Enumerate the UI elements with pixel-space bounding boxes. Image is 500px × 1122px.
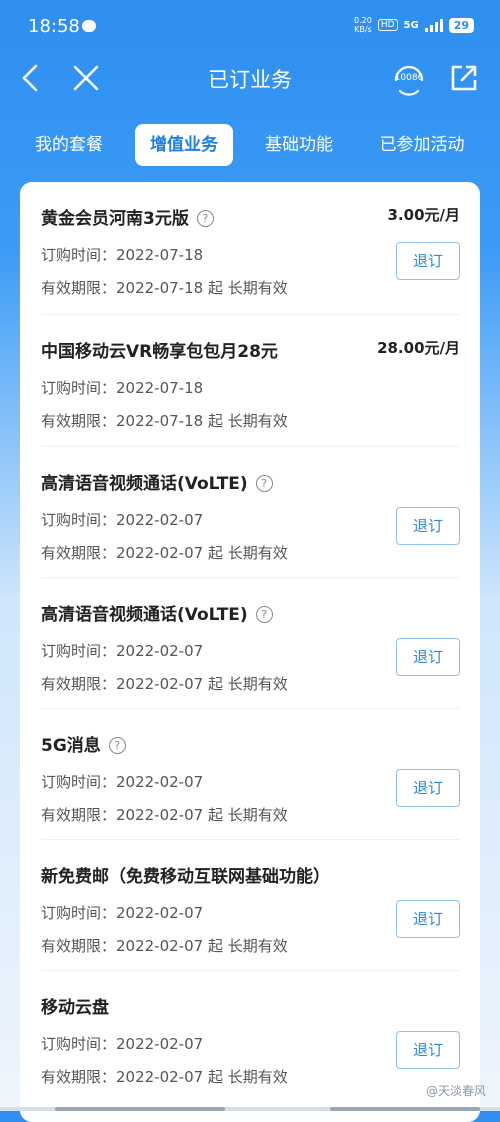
valid-period: 有效期限：2022-07-18 起 长期有效 — [41, 279, 288, 297]
unsubscribe-button[interactable]: 退订 — [396, 242, 460, 280]
net-speed: 0.20 KB/s — [354, 16, 372, 34]
status-indicators: 0.20 KB/s HD 5G 29 — [354, 16, 474, 34]
order-time: 订购时间：2022-02-07 — [41, 642, 204, 660]
order-time: 订购时间：2022-02-07 — [41, 1035, 204, 1053]
service-number[interactable]: 10086 — [392, 73, 426, 83]
unsubscribe-button[interactable]: 退订 — [396, 638, 460, 676]
status-bar: 18:58 0.20 KB/s HD 5G 29 — [0, 0, 500, 52]
hd-badge: HD — [377, 19, 398, 31]
valid-period: 有效期限：2022-02-07 起 长期有效 — [41, 544, 288, 562]
network-type: 5G — [403, 19, 419, 31]
valid-period: 有效期限：2022-02-07 起 长期有效 — [41, 1068, 288, 1086]
service-name: 新免费邮（免费移动互联网基础功能） — [41, 867, 330, 887]
service-name: 高清语音视频通话(VoLTE)? — [41, 469, 273, 494]
help-icon[interactable]: ? — [255, 606, 273, 623]
unsubscribe-button[interactable]: 退订 — [396, 507, 460, 545]
valid-period: 有效期限：2022-02-07 起 长期有效 — [41, 806, 288, 824]
net-speed-unit: KB/s — [354, 25, 372, 34]
service-name: 高清语音视频通话(VoLTE)? — [41, 600, 273, 625]
tab-bar: 我的套餐 增值业务 基础功能 已参加活动 — [0, 124, 500, 166]
valid-period: 有效期限：2022-02-07 起 长期有效 — [41, 937, 288, 955]
scroll-indicator — [330, 1107, 480, 1111]
unsubscribe-button[interactable]: 退订 — [396, 900, 460, 938]
tab-basic-functions[interactable]: 基础功能 — [252, 124, 346, 166]
order-time: 订购时间：2022-02-07 — [41, 773, 204, 791]
service-name: 中国移动云VR畅享包包月28元 — [41, 342, 278, 362]
help-icon[interactable]: ? — [255, 475, 273, 492]
service-item: 高清语音视频通话(VoLTE)? 订购时间：2022-02-07 有效期限：20… — [20, 447, 480, 578]
service-name: 移动云盘 — [41, 998, 109, 1018]
service-list-card: 黄金会员河南3元版? 3.00元/月 订购时间：2022-07-18 有效期限：… — [20, 182, 480, 1122]
valid-period: 有效期限：2022-02-07 起 长期有效 — [41, 675, 288, 693]
order-time: 订购时间：2022-02-07 — [41, 511, 204, 529]
tab-value-added[interactable]: 增值业务 — [135, 124, 233, 166]
unsubscribe-button[interactable]: 退订 — [396, 769, 460, 807]
battery-icon: 29 — [448, 17, 474, 33]
order-time: 订购时间：2022-07-18 — [41, 379, 204, 397]
service-name: 黄金会员河南3元版? — [41, 204, 214, 229]
service-item: 移动云盘 订购时间：2022-02-07 有效期限：2022-02-07 起 长… — [20, 971, 480, 1102]
service-item: 5G消息? 订购时间：2022-02-07 有效期限：2022-02-07 起 … — [20, 709, 480, 840]
help-icon[interactable]: ? — [196, 210, 214, 227]
signal-icon — [424, 18, 443, 32]
order-time: 订购时间：2022-02-07 — [41, 904, 204, 922]
order-time: 订购时间：2022-07-18 — [41, 246, 204, 264]
service-item: 黄金会员河南3元版? 3.00元/月 订购时间：2022-07-18 有效期限：… — [20, 182, 480, 315]
net-speed-value: 0.20 — [354, 16, 372, 25]
service-item: 新免费邮（免费移动互联网基础功能） 订购时间：2022-02-07 有效期限：2… — [20, 840, 480, 971]
status-time: 18:58 — [28, 16, 80, 37]
tab-my-plan[interactable]: 我的套餐 — [22, 124, 116, 166]
share-icon[interactable] — [448, 62, 480, 94]
service-item: 中国移动云VR畅享包包月28元 28.00元/月 订购时间：2022-07-18… — [20, 315, 480, 447]
nav-bar: 已订业务 10086 — [0, 52, 500, 106]
valid-period: 有效期限：2022-07-18 起 长期有效 — [41, 412, 288, 430]
chat-notification-icon — [82, 20, 96, 32]
service-item: 高清语音视频通话(VoLTE)? 订购时间：2022-02-07 有效期限：20… — [20, 578, 480, 709]
help-icon[interactable]: ? — [108, 737, 126, 754]
service-name: 5G消息? — [41, 731, 126, 756]
unsubscribe-button[interactable]: 退订 — [396, 1031, 460, 1069]
service-price: 28.00元/月 — [377, 339, 460, 357]
watermark: @天淡春风 — [425, 1084, 486, 1098]
service-price: 3.00元/月 — [387, 206, 461, 224]
scroll-indicator — [55, 1107, 225, 1111]
tab-activities[interactable]: 已参加活动 — [364, 124, 480, 166]
